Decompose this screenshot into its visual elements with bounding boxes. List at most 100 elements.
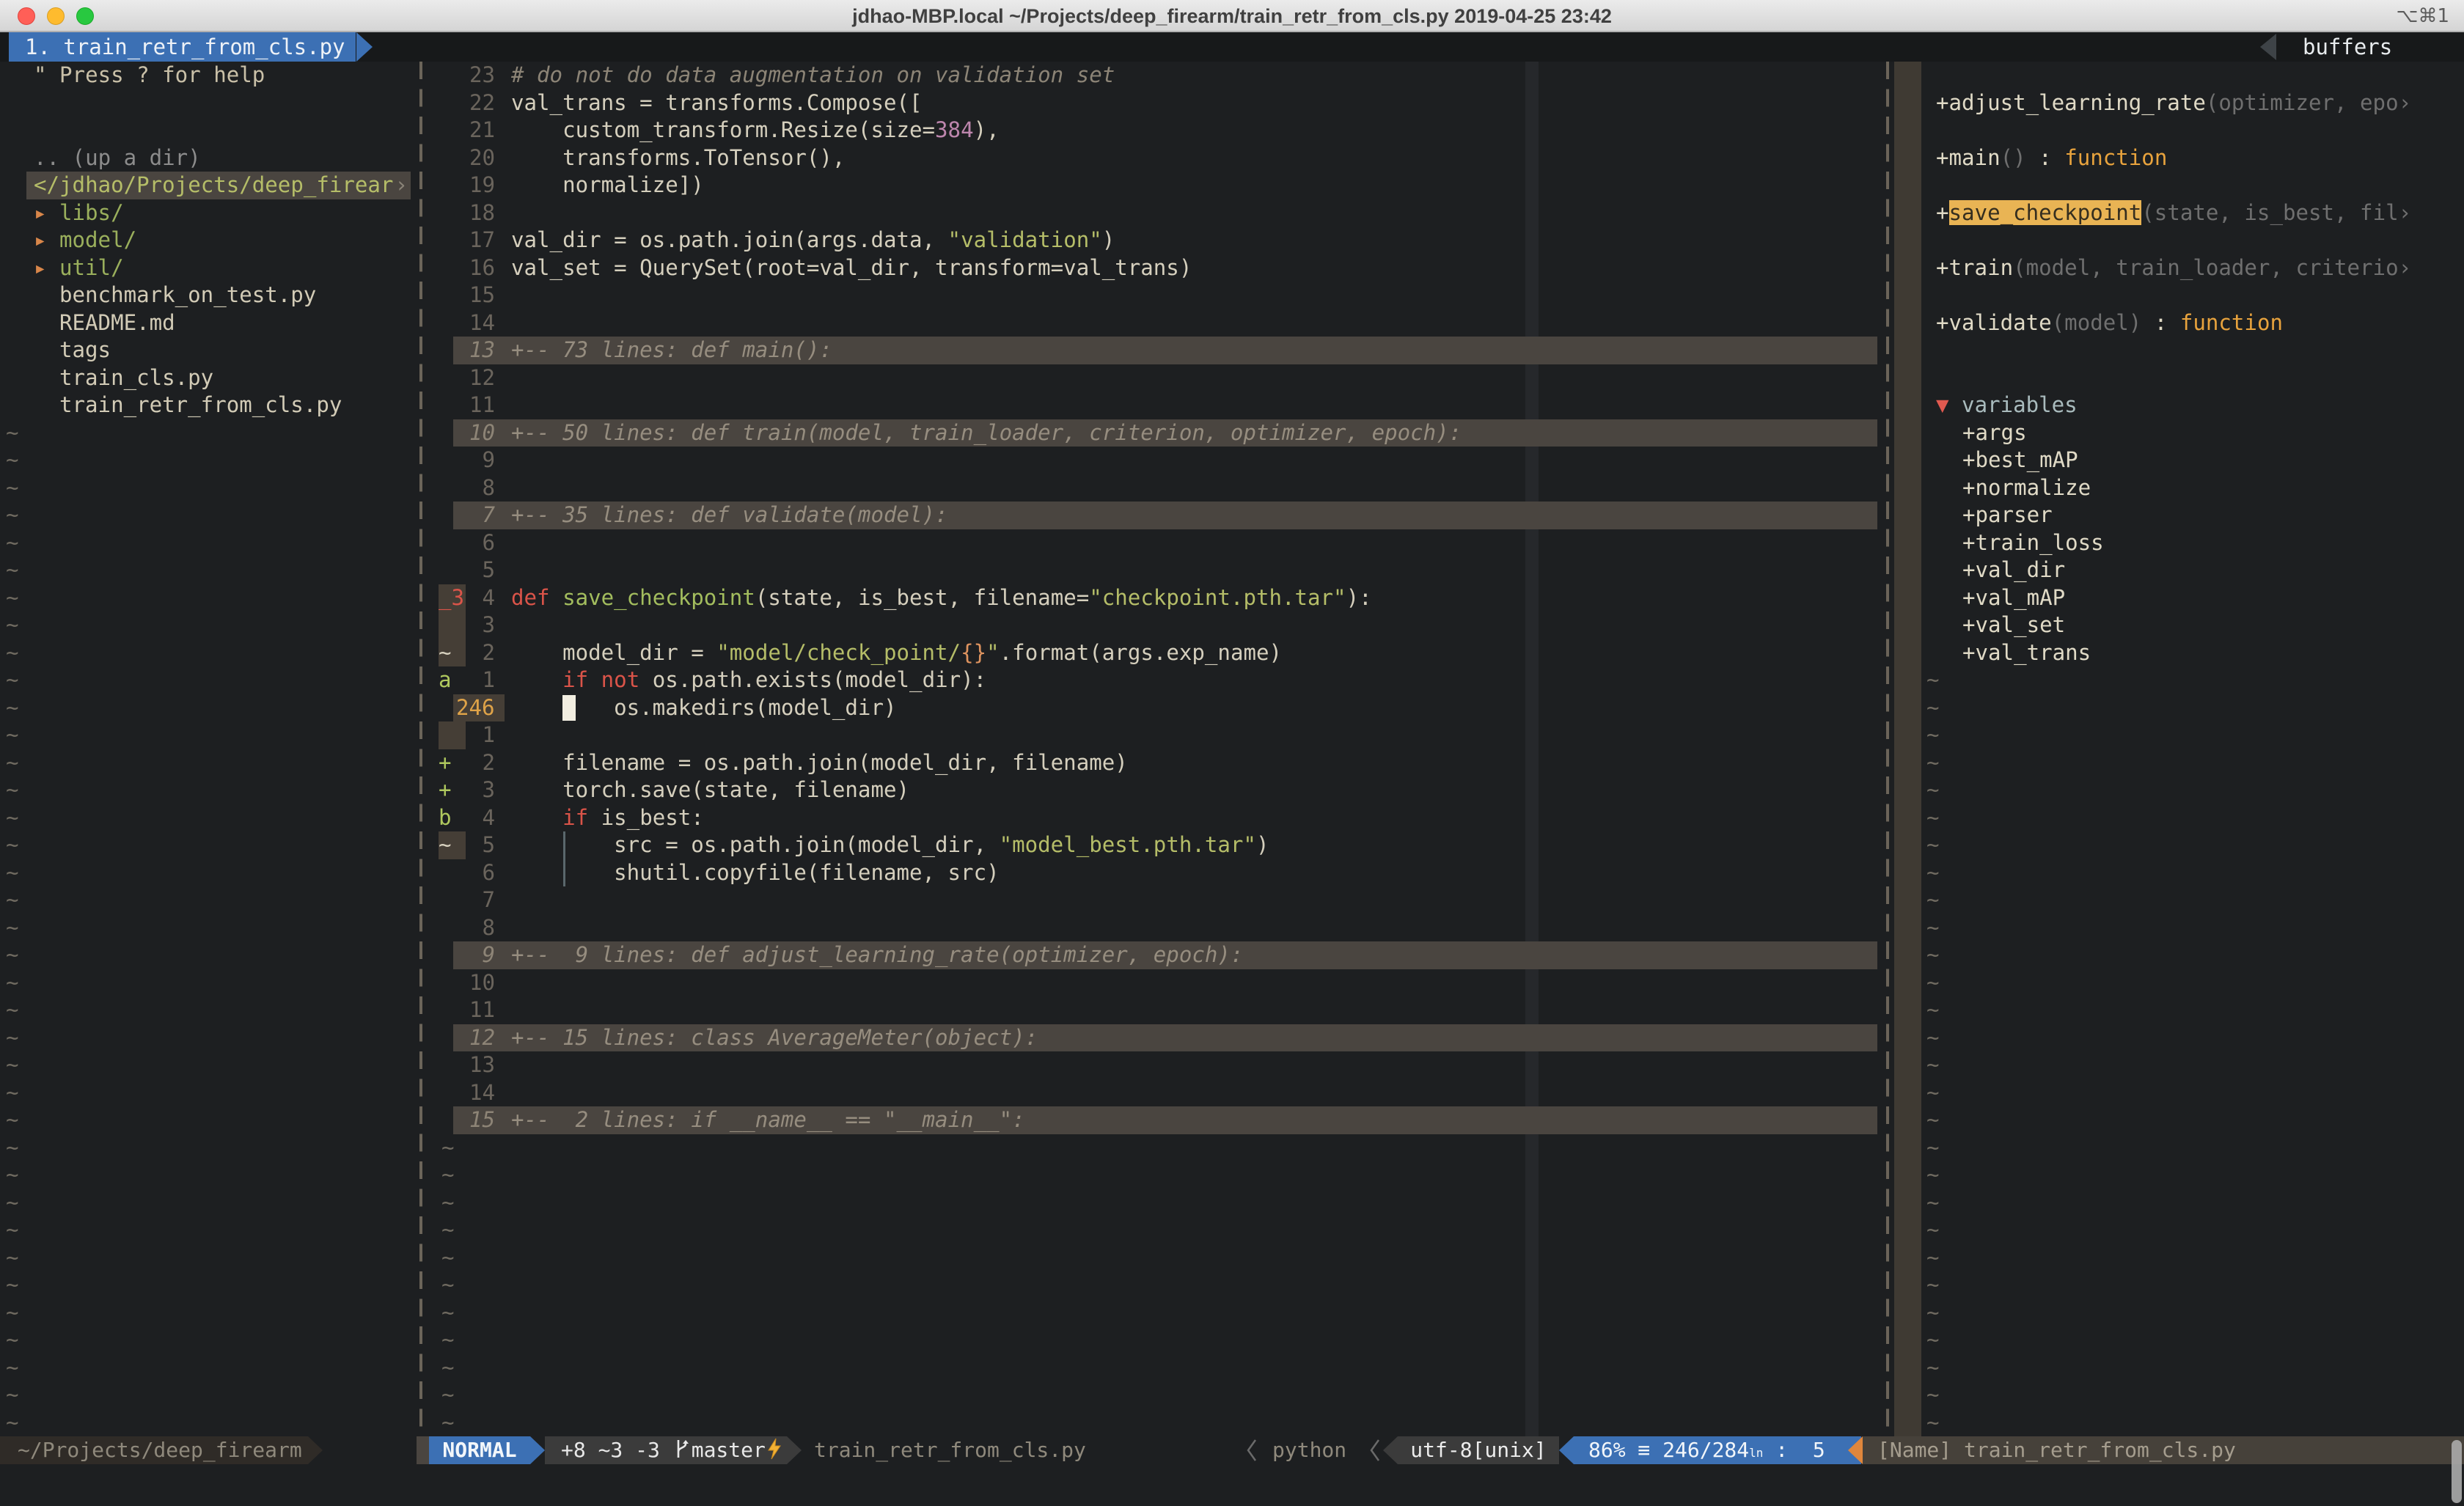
code-line[interactable]: 7 — [437, 886, 1877, 914]
tilde-marker: ~ — [1926, 1244, 1940, 1272]
tag-item[interactable]: +val_mAP — [1894, 584, 2464, 612]
code-line[interactable]: ~5 src = os.path.join(model_dir, "model_… — [437, 831, 1877, 859]
code-line[interactable]: 9 — [437, 447, 1877, 474]
powerline-separator-icon — [308, 1436, 323, 1464]
code-line[interactable]: ~2 model_dir = "model/check_point/{}".fo… — [437, 639, 1877, 667]
tag-item[interactable]: +val_dir — [1894, 557, 2464, 584]
code-line[interactable]: 11 — [437, 996, 1877, 1024]
empty-line: ~ — [0, 1354, 411, 1382]
folded-code-line[interactable]: 13+-- 73 lines: def main(): — [437, 337, 1877, 364]
line-number: 18 — [453, 199, 495, 227]
tag-item[interactable]: +save_checkpoint(state, is_best, fil› — [1894, 199, 2464, 227]
statusline: ~/Projects/deep_firearmNORMAL+8 ~3 -3 ma… — [0, 1436, 2464, 1464]
code-line[interactable]: 246 os.makedirs(model_dir) — [437, 694, 1877, 722]
empty-line: ~ — [1894, 1106, 2464, 1134]
folded-code-line[interactable]: 7+-- 35 lines: def validate(model): — [437, 502, 1877, 529]
code-line[interactable]: 8 — [437, 474, 1877, 502]
tree-item[interactable]: train_cls.py — [0, 364, 411, 392]
tree-item[interactable]: train_retr_from_cls.py — [0, 392, 411, 419]
code-line[interactable]: 14 — [437, 1079, 1877, 1107]
tag-list[interactable]: +adjust_learning_rate(optimizer, epo› +ma… — [1894, 62, 2464, 1436]
code-line[interactable]: 5 — [437, 557, 1877, 584]
tree-item[interactable]: README.md — [0, 309, 411, 337]
code-line[interactable]: 13 — [437, 1051, 1877, 1079]
empty-line: ~ — [1894, 1326, 2464, 1354]
code-line[interactable]: +3 torch.save(state, filename) — [437, 776, 1877, 804]
tilde-marker: ~ — [6, 749, 19, 777]
code-line[interactable]: 21 custom_transform.Resize(size=384), — [437, 117, 1877, 144]
folded-code-line[interactable]: 12+-- 15 lines: class AverageMeter(objec… — [437, 1024, 1877, 1052]
tree-item[interactable]: benchmark_on_test.py — [0, 282, 411, 309]
empty-line: ~ — [0, 1381, 411, 1409]
code-line[interactable]: a1 if not os.path.exists(model_dir): — [437, 666, 1877, 694]
window-separator[interactable] — [411, 62, 428, 1436]
window-separator[interactable] — [1877, 62, 1894, 1436]
code-line[interactable]: 14 — [437, 309, 1877, 337]
tilde-marker: ~ — [1926, 1189, 1940, 1217]
code-line[interactable]: 16val_set = QuerySet(root=val_dir, trans… — [437, 254, 1877, 282]
code-line[interactable]: 17val_dir = os.path.join(args.data, "val… — [437, 227, 1877, 254]
tree-item[interactable]: </jdhao/Projects/deep_firear› — [0, 172, 411, 199]
tilde-marker: ~ — [1926, 804, 1940, 832]
tilde-marker: ~ — [6, 1051, 19, 1079]
tree-item[interactable]: ▸util/ — [0, 254, 411, 282]
code-line[interactable]: _34def save_checkpoint(state, is_best, f… — [437, 584, 1877, 612]
tag-item[interactable]: +train_loss — [1894, 529, 2464, 557]
tree-item[interactable]: " Press ? for help — [0, 62, 411, 89]
tree-item[interactable]: ▸model/ — [0, 227, 411, 254]
tag-item[interactable]: +train(model, train_loader, criterio› — [1894, 254, 2464, 282]
code-line[interactable]: b4 if is_best: — [437, 804, 1877, 832]
code-line[interactable]: 6 shutil.copyfile(filename, src) — [437, 859, 1877, 887]
tag-item[interactable]: ▼ variables — [1894, 392, 2464, 419]
tilde-marker: ~ — [6, 804, 19, 832]
code-line[interactable]: 22val_trans = transforms.Compose([ — [437, 89, 1877, 117]
folded-code-line[interactable]: 9+-- 9 lines: def adjust_learning_rate(o… — [437, 941, 1877, 969]
empty-line: ~ — [1894, 1189, 2464, 1217]
code-line[interactable]: +2 filename = os.path.join(model_dir, fi… — [437, 749, 1877, 777]
tilde-marker: ~ — [6, 474, 19, 502]
tilde-marker: ~ — [6, 529, 19, 557]
scrollbar-thumb[interactable] — [2452, 1440, 2462, 1503]
code-line[interactable]: 15 — [437, 282, 1877, 309]
tag-item[interactable]: +normalize — [1894, 474, 2464, 502]
empty-line: ~ — [0, 776, 411, 804]
empty-line: ~ — [0, 557, 411, 584]
tag-item[interactable]: +val_set — [1894, 611, 2464, 639]
tag-item[interactable]: +best_mAP — [1894, 447, 2464, 474]
folder-collapsed-icon: ▸ — [34, 227, 47, 254]
tag-item[interactable]: +val_trans — [1894, 639, 2464, 667]
code-line[interactable]: 11 — [437, 392, 1877, 419]
tag-item[interactable]: +validate(model) : function — [1894, 309, 2464, 337]
tree-item[interactable]: ▸libs/ — [0, 199, 411, 227]
file-explorer[interactable]: " Press ? for help .. (up a dir)</jdhao/P… — [0, 62, 411, 1436]
code-line[interactable]: 12 — [437, 364, 1877, 392]
code-line[interactable]: 19 normalize]) — [437, 172, 1877, 199]
tilde-marker: ~ — [6, 914, 19, 942]
code-line[interactable]: 20 transforms.ToTensor(), — [437, 144, 1877, 172]
folded-code-line[interactable]: 10+-- 50 lines: def train(model, train_l… — [437, 419, 1877, 447]
line-number: 2 — [453, 749, 495, 777]
tag-item[interactable]: +parser — [1894, 502, 2464, 529]
tag-item[interactable]: +args — [1894, 419, 2464, 447]
powerline-separator-icon — [787, 1436, 802, 1464]
tab-train-retr-from-cls[interactable]: 1. train_retr_from_cls.py — [9, 32, 356, 62]
code-line[interactable]: 18 — [437, 199, 1877, 227]
line-number: 5 — [453, 557, 495, 584]
tree-item[interactable]: tags — [0, 337, 411, 364]
code-line[interactable]: 1 — [437, 721, 1877, 749]
tilde-marker: ~ — [6, 419, 19, 447]
code-line[interactable]: 8 — [437, 914, 1877, 942]
code-line[interactable]: 23# do not do data augmentation on valid… — [437, 62, 1877, 89]
folded-code-line[interactable]: 15+-- 2 lines: if __name__ == "__main__"… — [437, 1106, 1877, 1134]
code-line[interactable]: 3 — [437, 611, 1877, 639]
tag-item[interactable]: +main() : function — [1894, 144, 2464, 172]
tilde-marker: ~ — [6, 1079, 19, 1107]
command-line[interactable] — [0, 1464, 2464, 1506]
tree-blank-row — [0, 117, 411, 144]
tag-item[interactable]: +adjust_learning_rate(optimizer, epo› — [1894, 89, 2464, 117]
tilde-marker: ~ — [1926, 1271, 1940, 1299]
code-line[interactable]: 6 — [437, 529, 1877, 557]
code-line[interactable]: 10 — [437, 969, 1877, 997]
tree-item[interactable]: .. (up a dir) — [0, 144, 411, 172]
code-editor[interactable]: 23# do not do data augmentation on valid… — [437, 62, 1877, 1436]
